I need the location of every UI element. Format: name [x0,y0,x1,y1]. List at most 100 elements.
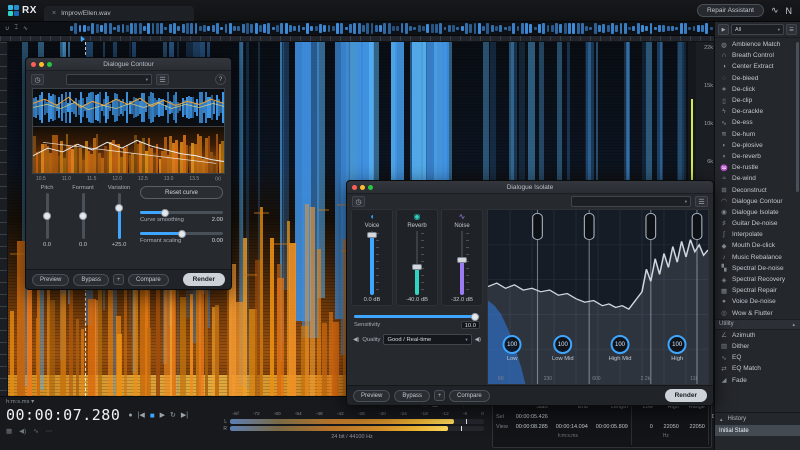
noise-fader-cap[interactable] [457,257,467,263]
time-format-selector[interactable]: h:m:s.ms ▾ [6,399,218,405]
sidebar-item-eq[interactable]: ∿EQ [715,352,800,363]
sidebar-item-mouth-de-click[interactable]: ◆Mouth De-click [715,240,800,251]
voice-fader-cap[interactable] [367,232,377,238]
monitor-speaker-icon[interactable]: ◀) [475,337,481,343]
dialogue-contour-window[interactable]: Dialogue Contour ◷ ▾ ☰ ? [25,57,232,290]
sidebar-item-spectral-repair[interactable]: ▦Spectral Repair [715,285,800,296]
sidebar-item-voice-de-noise[interactable]: ●Voice De-noise [715,296,800,307]
sidebar-item-de-plosive[interactable]: ◗De-plosive [715,140,800,151]
low-band-knob[interactable]: 100 Low [503,335,522,362]
tab-close-icon[interactable]: × [52,10,56,17]
sidebar-item-fade[interactable]: ◢Fade [715,374,800,385]
play-button[interactable]: ▶ [160,411,165,419]
sidebar-item-guitar-de-noise[interactable]: ♯Guitar De-noise [715,218,800,229]
sidebar-item-spectral-de-noise[interactable]: ▚Spectral De-noise [715,263,800,274]
contour-pitch-panel[interactable] [32,126,225,174]
sidebar-item-de-hum[interactable]: ≋De-hum [715,129,800,140]
sidebar-scrollbar[interactable] [796,42,799,192]
module-filter-dropdown[interactable]: All▾ [731,24,784,35]
waveform-toggle-icon[interactable]: ∿ [33,427,38,435]
sidebar-item-azimuth[interactable]: ∠Azimuth [715,330,800,341]
sidebar-item-eq-match[interactable]: ⇄EQ Match [715,363,800,374]
quality-dropdown[interactable]: Good / Real-time ▾ [383,334,471,345]
isolate-bypass-plus-button[interactable]: + [434,390,445,401]
pitch-slider[interactable]: Pitch 0.0 [34,185,60,249]
stop-button[interactable]: ■ [150,411,155,420]
file-tab[interactable]: × Improv/Ellen.wav [44,6,194,21]
contour-render-button[interactable]: Render [183,273,225,286]
noise-fader[interactable] [455,231,469,295]
voice-channel-strip[interactable]: ◖ Voice 0.0 dB [351,209,393,306]
reverb-fader[interactable] [410,231,424,295]
grid-toggle-icon[interactable]: ▦ [6,427,12,435]
isolate-title-bar[interactable]: Dialogue Isolate [347,181,713,194]
isolate-preview-button[interactable]: Preview [353,390,390,402]
wave-tool-icon[interactable]: ∿ [23,25,28,32]
help-button[interactable]: ? [215,74,226,85]
sidebar-item-de-clip[interactable]: ▯De-clip [715,95,800,106]
sidebar-item-breath-control[interactable]: ∩Breath Control [715,50,800,61]
sidebar-item-de-crackle[interactable]: ϟDe-crackle [715,106,800,117]
preset-menu-button[interactable]: ☰ [156,74,169,85]
sensitivity-slider[interactable] [354,315,480,318]
sidebar-item-de-rustle[interactable]: ♒De-rustle [715,162,800,173]
go-to-end-button[interactable]: ▶| [181,411,188,419]
sidebar-item-spectral-recovery[interactable]: ◈Spectral Recovery [715,274,800,285]
sidebar-item-dialogue-contour[interactable]: ◠Dialogue Contour [715,196,800,207]
formant-knob[interactable] [79,212,87,220]
variation-knob[interactable] [115,204,123,212]
sidebar-item-de-bleed[interactable]: ◌De-bleed [715,73,800,84]
sidebar-item-interpolate[interactable]: ∫Interpolate [715,229,800,240]
reset-curve-button[interactable]: Reset curve [140,186,223,199]
pitch-knob[interactable] [43,212,51,220]
loop-button[interactable]: ↻ [170,411,176,419]
isolate-render-button[interactable]: Render [665,389,707,402]
variation-slider[interactable]: Variation +25.0 [106,185,132,249]
sidebar-item-de-wind[interactable]: ≈De-wind [715,173,800,184]
sidebar-item-dither[interactable]: ▨Dither [715,341,800,352]
sidebar-item-wow-flutter[interactable]: ◎Wow & Flutter [715,308,800,319]
preset-menu-button[interactable]: ☰ [695,196,708,207]
contour-title-bar[interactable]: Dialogue Contour [26,58,231,71]
high-band-knob[interactable]: 100 High [668,335,687,362]
ibeam-tool-icon[interactable]: ⌶ [14,25,18,32]
magnet-icon[interactable]: ∪ [5,25,9,32]
contour-bypass-plus-button[interactable]: + [113,274,124,285]
overview-waveform[interactable] [70,22,714,35]
curve-smoothing-slider[interactable] [140,211,223,214]
module-preview-play-button[interactable]: ▶ [718,24,729,35]
record-button[interactable]: ● [128,412,132,419]
history-button[interactable]: ◷ [31,74,44,85]
history-item-initial-state[interactable]: Initial State [715,425,800,436]
sidebar-item-de-ess[interactable]: ∿De-ess [715,117,800,128]
isolate-spectrum-graph[interactable]: 100 Low 100 Low Mid 100 High Mid [487,209,709,385]
module-menu-button[interactable]: ☰ [786,24,797,35]
go-to-start-button[interactable]: |◀ [138,411,145,419]
repair-assistant-button[interactable]: Repair Assistant [697,4,764,17]
history-button[interactable]: ◷ [352,196,365,207]
sidebar-item-center-extract[interactable]: ◑Center Extract [715,61,800,72]
sidebar-item-de-reverb[interactable]: ◖De-reverb [715,151,800,162]
preset-combo[interactable]: ▾ [66,74,152,85]
signal-flow-icon[interactable]: ∿ [771,5,779,16]
noise-channel-strip[interactable]: ∿ Noise -32.0 dB [441,209,483,306]
isolate-compare-button[interactable]: Compare [449,390,490,402]
history-header[interactable]: ▲ History [715,412,800,425]
monitor-icon[interactable]: ◀) [19,427,26,435]
utility-section-header[interactable]: Utility▲ [715,319,800,330]
voice-fader[interactable] [365,231,379,295]
dialogue-isolate-window[interactable]: Dialogue Isolate ◷ ▾ ☰ ◖ Voice [346,180,714,406]
low-mid-band-knob[interactable]: 100 Low Mid [552,335,574,362]
sidebar-item-ambience-match[interactable]: ◍Ambience Match [715,39,800,50]
overview-strip[interactable]: ∪ ⌶ ∿ [0,22,714,36]
formant-slider[interactable]: Formant 0.0 [70,185,96,249]
contour-waveform-panel[interactable] [32,88,225,126]
sidebar-item-deconstruct[interactable]: ⊞Deconstruct [715,184,800,195]
contour-bypass-button[interactable]: Bypass [73,274,109,286]
sidebar-item-music-rebalance[interactable]: ♪Music Rebalance [715,252,800,263]
formant-scaling-slider[interactable] [140,232,223,235]
more-options-icon[interactable]: ⋯ [46,427,53,435]
preset-combo[interactable]: ▾ [571,196,691,207]
isolate-bypass-button[interactable]: Bypass [394,390,430,402]
contour-preview-button[interactable]: Preview [32,274,69,286]
